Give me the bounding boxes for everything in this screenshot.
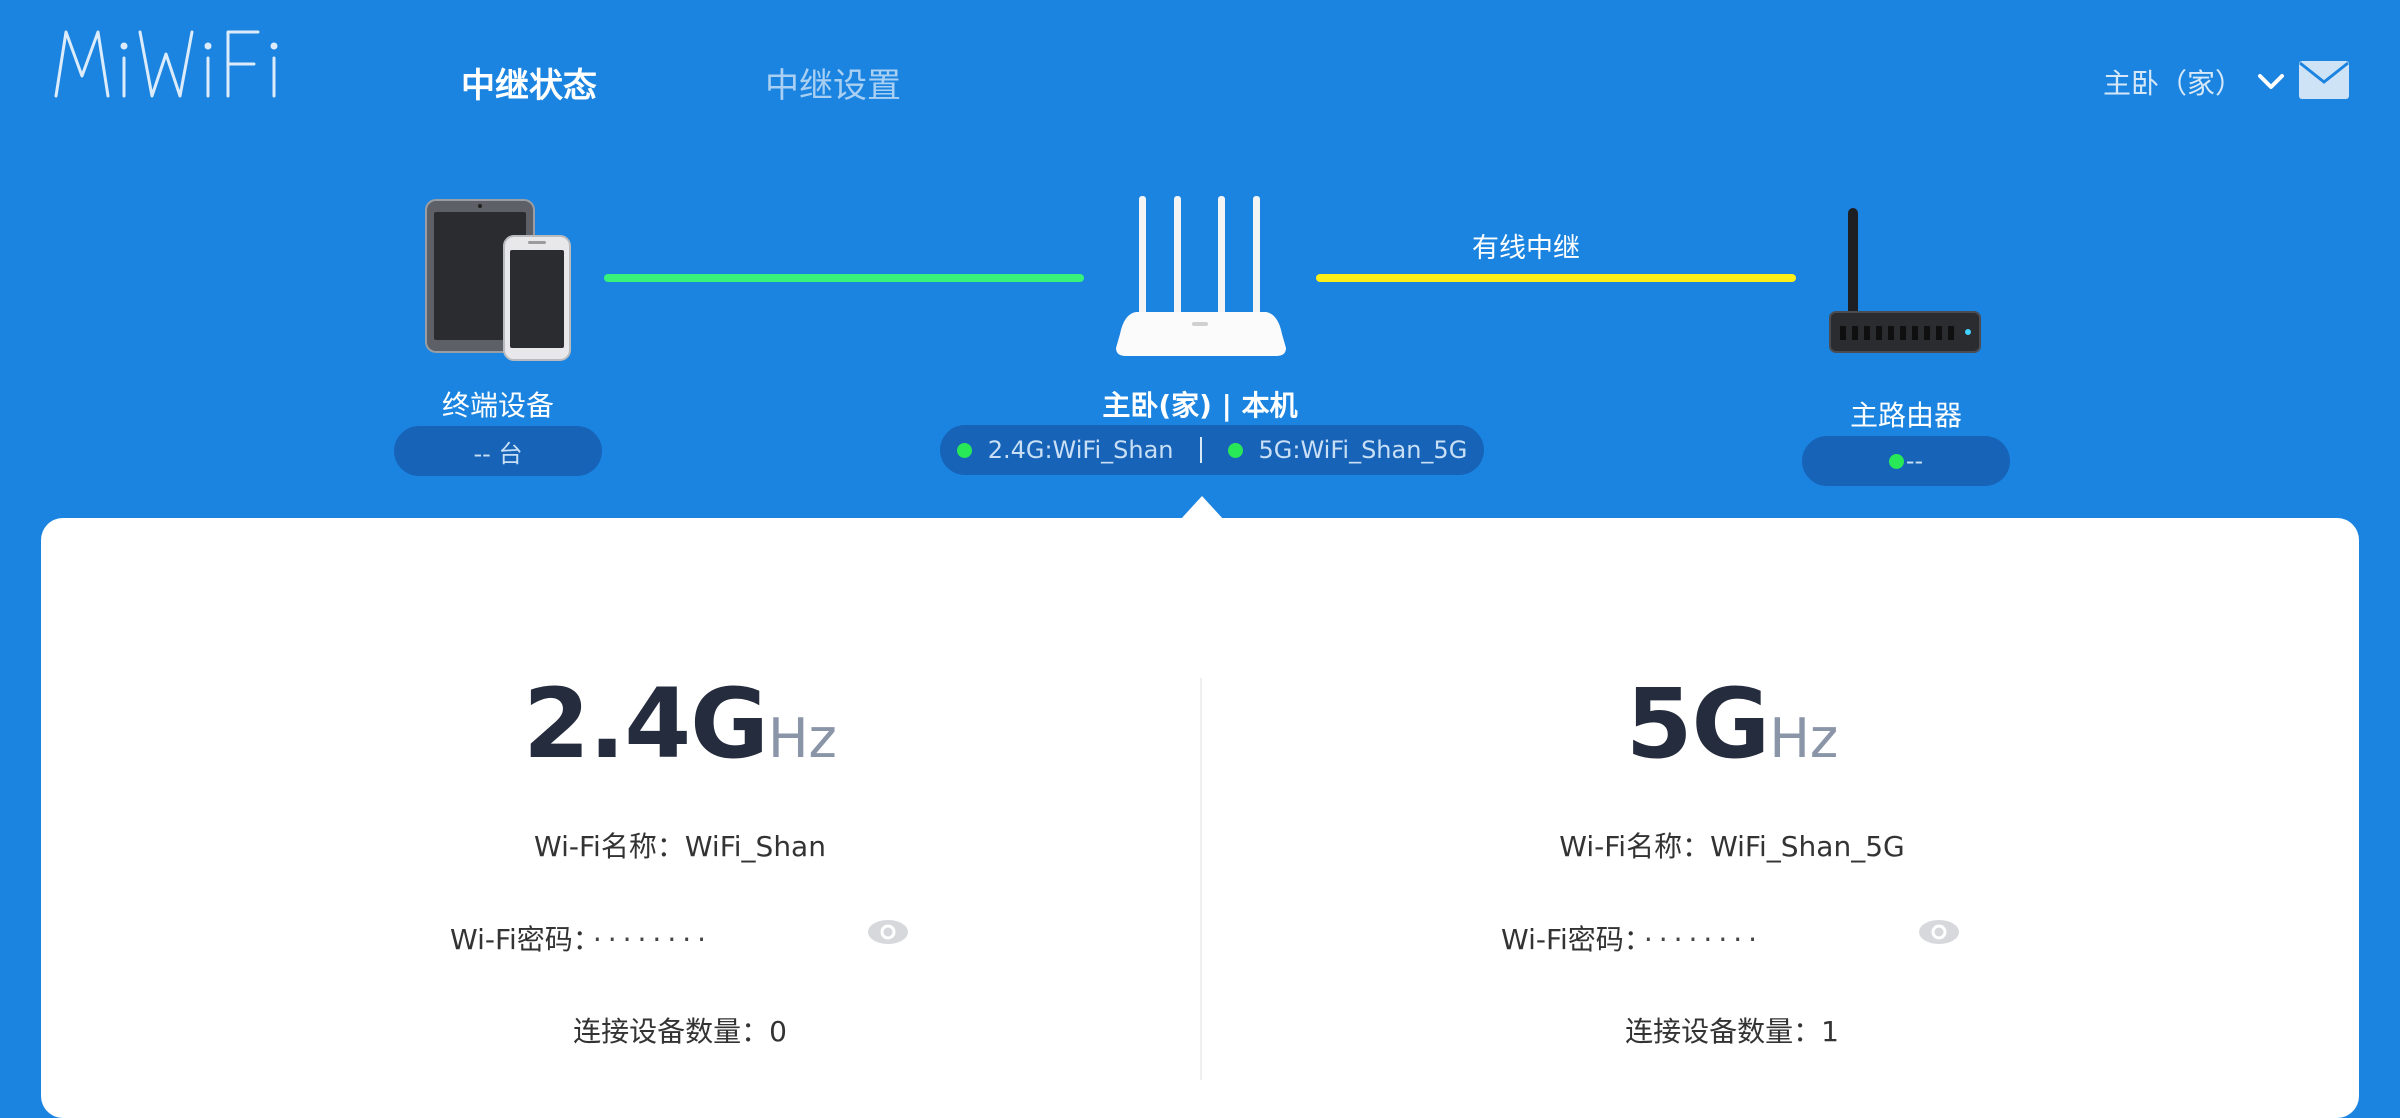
terminal-devices-count: -- 台 <box>394 426 602 476</box>
band-5g-number: 5G <box>1625 668 1771 780</box>
terminal-count-text: -- 台 <box>473 439 523 468</box>
router-icon <box>1116 196 1286 356</box>
band-5g-unit: Hz <box>1769 707 1839 770</box>
device-count-row-5g: 连接设备数量：1 <box>1202 1010 2262 1050</box>
main-router-status-pill: -- <box>1802 436 2010 486</box>
wired-relay-label: 有线中继 <box>1472 233 1580 264</box>
wifi-name-label-5g: Wi-Fi名称： <box>1559 830 1711 863</box>
device-count-label-5g: 连接设备数量： <box>1625 1015 1822 1048</box>
main-router-status-text: -- <box>1905 447 1924 475</box>
wifi-password-row-5g: Wi-Fi密码： ········ <box>1501 918 1763 958</box>
device-count-row-24g: 连接设备数量：0 <box>0 1010 1360 1050</box>
main-router-status-dot <box>1888 453 1904 469</box>
device-count-value-5g: 1 <box>1821 1015 1839 1048</box>
wifi-name-row-24g: Wi-Fi名称：WiFi_Shan <box>0 825 1360 865</box>
wifi-name-value-24g: WiFi_Shan <box>684 830 826 863</box>
device-count-value-24g: 0 <box>769 1015 787 1048</box>
wifi-name-label-24g: Wi-Fi名称： <box>534 830 685 863</box>
terminal-devices-label: 终端设备 <box>441 389 554 422</box>
client-link-line <box>604 274 1084 282</box>
wifi-password-label-24g: Wi-Fi密码： <box>450 923 587 956</box>
show-password-eye-icon[interactable] <box>1918 918 1960 946</box>
status-dot-24g <box>956 442 972 458</box>
wifi-password-label-5g: Wi-Fi密码： <box>1501 923 1638 956</box>
band-24g-unit: Hz <box>767 707 837 770</box>
band-title-24g: 2.4GHz <box>0 668 1360 780</box>
main-router-icon <box>1829 208 1981 353</box>
ssid-5g-text: 5G:WiFi_Shan_5G <box>1258 436 1468 464</box>
band-title-5g: 5GHz <box>1202 668 2262 780</box>
device-count-label-24g: 连接设备数量： <box>573 1015 770 1048</box>
devices-icon <box>425 199 571 361</box>
device-selector[interactable]: 主卧（家） <box>2103 62 2285 102</box>
ssid-24g-text: 2.4G:WiFi_Shan <box>987 436 1174 464</box>
wifi-password-value-5g: ········ <box>1643 923 1764 956</box>
wifi-password-row-24g: Wi-Fi密码： ········ <box>450 918 712 958</box>
wifi-name-value-5g: WiFi_Shan_5G <box>1710 830 1905 863</box>
chevron-down-icon <box>2258 74 2285 89</box>
card-pointer <box>1180 496 1224 520</box>
band-24g-number: 2.4G <box>523 668 769 780</box>
wifi-password-value-24g: ········ <box>592 923 713 956</box>
self-router-ssid-pill: 2.4G:WiFi_Shan 5G:WiFi_Shan_5G <box>940 425 1484 475</box>
mail-icon[interactable] <box>2298 60 2350 100</box>
pill-separator <box>1199 437 1202 463</box>
self-router-label: 主卧(家) | 本机 <box>1102 389 1298 422</box>
status-dot-5g <box>1227 442 1243 458</box>
device-selector-label: 主卧（家） <box>2103 67 2244 100</box>
show-password-eye-icon[interactable] <box>867 918 909 946</box>
tab-relay-settings[interactable]: 中继设置 <box>765 58 901 107</box>
tab-relay-status[interactable]: 中继状态 <box>461 58 597 107</box>
miwifi-logo <box>54 30 278 98</box>
wifi-name-row-5g: Wi-Fi名称：WiFi_Shan_5G <box>1202 825 2262 865</box>
wired-relay-line <box>1316 274 1796 282</box>
main-router-label: 主路由器 <box>1849 399 1962 432</box>
